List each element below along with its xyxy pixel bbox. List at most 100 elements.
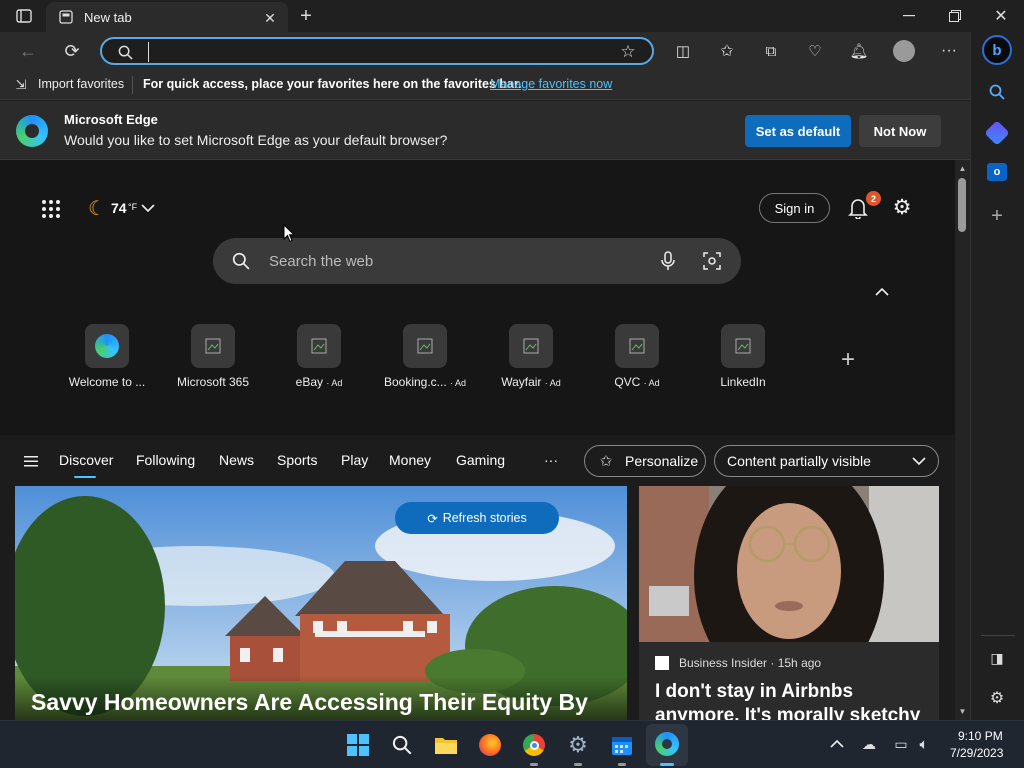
- tab-discover[interactable]: Discover: [59, 452, 113, 468]
- refresh-icon[interactable]: ⟳: [60, 40, 84, 62]
- address-input[interactable]: [148, 42, 598, 62]
- top-site-tile[interactable]: Wayfair · Ad: [483, 324, 579, 389]
- favorites-hint: For quick access, place your favorites h…: [143, 77, 522, 91]
- personalize-label: Personalize: [625, 453, 699, 469]
- web-search-box[interactable]: Search the web: [213, 238, 741, 284]
- new-tab-plus-icon[interactable]: +: [294, 4, 318, 28]
- main-story-title[interactable]: Savvy Homeowners Are Accessing Their Equ…: [31, 689, 588, 716]
- manage-favorites-link[interactable]: Manage favorites now: [490, 77, 612, 91]
- weather-moon-icon[interactable]: ☾: [84, 195, 110, 221]
- ad-label: · Ad: [326, 378, 343, 388]
- scrollbar-thumb[interactable]: [958, 178, 966, 232]
- taskbar-search-icon[interactable]: [384, 727, 420, 763]
- tab-sports[interactable]: Sports: [277, 452, 317, 468]
- chevron-up-icon[interactable]: [872, 282, 892, 302]
- tab-strip: New tab ✕ + ✕: [0, 0, 1024, 32]
- profile-avatar[interactable]: [893, 40, 915, 62]
- tab-gaming[interactable]: Gaming: [456, 452, 505, 468]
- close-tab-icon[interactable]: ✕: [260, 8, 280, 28]
- tab-actions-icon[interactable]: [12, 6, 36, 26]
- new-tab-page-icon: [58, 9, 74, 25]
- broken-image-icon: [721, 324, 765, 368]
- apps-launcher-icon[interactable]: [40, 198, 62, 220]
- microphone-icon[interactable]: [657, 250, 679, 272]
- network-icon[interactable]: ☁: [858, 734, 880, 754]
- split-screen-icon[interactable]: ◫: [672, 40, 694, 62]
- settings-gear-icon[interactable]: ⚙: [560, 727, 596, 763]
- show-hidden-icons-chevron-icon[interactable]: [828, 735, 846, 753]
- favorite-star-icon[interactable]: ☆: [618, 42, 638, 62]
- notifications-toolbar-icon[interactable]: 🔔︎: [848, 40, 870, 62]
- infobar-title: Microsoft Edge: [64, 112, 158, 127]
- sign-in-button[interactable]: Sign in: [759, 193, 830, 223]
- sidebar-search-icon[interactable]: [985, 80, 1009, 104]
- calendar-icon[interactable]: [604, 727, 640, 763]
- add-sidebar-app-icon[interactable]: +: [985, 204, 1009, 228]
- collections-icon[interactable]: ⧉: [760, 40, 782, 62]
- address-bar[interactable]: ☆: [100, 37, 654, 65]
- weather-temp[interactable]: 74: [111, 200, 127, 216]
- hamburger-menu-icon[interactable]: [22, 453, 40, 469]
- clock-time[interactable]: 9:10 PM: [958, 729, 1003, 743]
- tab-play[interactable]: Play: [341, 452, 368, 468]
- close-window-icon[interactable]: ✕: [990, 6, 1012, 26]
- tab-following[interactable]: Following: [136, 452, 195, 468]
- favorites-icon[interactable]: ✩: [716, 40, 738, 62]
- sidebar-settings-icon[interactable]: ⚙: [985, 686, 1009, 710]
- edge-sidebar: b o + ◨ ⚙: [970, 32, 1024, 720]
- page-settings-icon[interactable]: ⚙: [890, 195, 914, 219]
- broken-image-icon: [615, 324, 659, 368]
- file-explorer-icon[interactable]: [428, 727, 464, 763]
- refresh-stories-button[interactable]: ⟳ Refresh stories: [395, 502, 559, 534]
- scroll-down-icon[interactable]: ▼: [958, 707, 967, 716]
- tab-news[interactable]: News: [219, 452, 254, 468]
- taskbar-edge-active[interactable]: [646, 724, 688, 766]
- not-now-button[interactable]: Not Now: [859, 115, 941, 147]
- tab-title: New tab: [84, 10, 132, 25]
- running-indicator: [530, 763, 538, 766]
- clock-date[interactable]: 7/29/2023: [950, 746, 1003, 760]
- chrome-icon[interactable]: [516, 727, 552, 763]
- add-site-plus-icon[interactable]: +: [836, 346, 860, 373]
- edge-taskbar-icon: [655, 732, 679, 756]
- personalize-button[interactable]: ✩ Personalize: [584, 445, 706, 477]
- tab-money[interactable]: Money: [389, 452, 431, 468]
- settings-more-icon[interactable]: ···: [938, 40, 960, 62]
- top-site-tile[interactable]: Microsoft 365: [165, 324, 261, 389]
- top-site-tile[interactable]: eBay · Ad: [271, 324, 367, 389]
- scroll-up-icon[interactable]: ▲: [958, 164, 967, 173]
- divider: [132, 76, 133, 94]
- more-tabs-button[interactable]: ···: [544, 452, 558, 468]
- top-site-tile[interactable]: QVC · Ad: [589, 324, 685, 389]
- import-favorites-link[interactable]: Import favorites: [38, 77, 124, 91]
- top-site-tile[interactable]: Booking.c... · Ad: [377, 324, 473, 389]
- browser-essentials-icon[interactable]: ♡: [804, 40, 826, 62]
- content-visibility-dropdown[interactable]: Content partially visible: [714, 445, 939, 477]
- display-icon[interactable]: ▭: [890, 734, 912, 754]
- mouse-cursor-icon: [283, 224, 295, 243]
- page-scrollbar[interactable]: ▲ ▼: [955, 160, 970, 720]
- side-story-card[interactable]: Business Insider · 15h ago I don't stay …: [639, 486, 939, 720]
- firefox-icon[interactable]: [472, 727, 508, 763]
- top-site-tile[interactable]: Welcome to ...: [59, 324, 155, 389]
- back-icon[interactable]: ←: [16, 40, 40, 62]
- set-as-default-button[interactable]: Set as default: [745, 115, 851, 147]
- refresh-icon: ⟳: [427, 511, 438, 526]
- visual-search-icon[interactable]: [701, 250, 723, 272]
- sidebar-divider: [981, 635, 1015, 636]
- top-site-tile[interactable]: LinkedIn: [695, 324, 791, 389]
- bing-chat-icon[interactable]: b: [982, 35, 1012, 65]
- outlook-icon[interactable]: o: [987, 163, 1007, 181]
- top-site-label: LinkedIn: [720, 375, 766, 389]
- volume-icon[interactable]: 🔈︎: [913, 734, 935, 754]
- windows-start-icon[interactable]: [340, 727, 376, 763]
- browser-toolbar: ← ⟳ ☆ ◫ ✩ ⧉ ♡ 🔔︎ ···: [0, 32, 970, 70]
- tab-new-tab[interactable]: New tab ✕: [46, 2, 288, 32]
- chevron-down-icon[interactable]: [140, 200, 156, 216]
- restore-icon[interactable]: [944, 6, 966, 26]
- hide-sidebar-icon[interactable]: ◨: [985, 646, 1009, 670]
- minimize-icon[interactable]: [898, 6, 920, 26]
- side-story-title[interactable]: I don't stay in Airbnbs anymore. It's mo…: [655, 680, 935, 720]
- chevron-down-icon: [911, 454, 927, 468]
- copilot-icon[interactable]: [984, 120, 1010, 146]
